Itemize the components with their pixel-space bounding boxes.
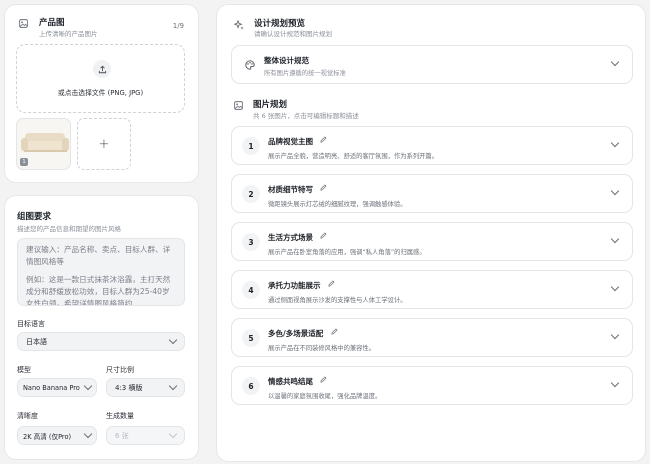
product-subtitle: 上传清晰的产品图片	[39, 30, 98, 38]
chevron-down-icon	[168, 381, 178, 391]
chevron-down-icon[interactable]	[610, 282, 620, 292]
plan-description[interactable]: 展示产品在卧室角落的应用，强调“私人角落”的归属感。	[268, 247, 426, 256]
chevron-down-icon[interactable]	[610, 186, 620, 196]
model-label: 模型	[17, 366, 31, 374]
chevron-down-icon[interactable]	[610, 234, 620, 244]
plan-number: 6	[242, 377, 260, 395]
plan-description[interactable]: 展示产品全貌，营造明亮、舒适的客厅氛围，作为系列开篇。	[268, 151, 438, 160]
plan-title[interactable]: 品牌视觉主图	[268, 136, 313, 147]
image-plan-title: 图片规划	[253, 100, 288, 110]
plan-item[interactable]: 4 承托力功能展示 通过侧面视角展示沙发的支撑性与人体工学设计。	[231, 270, 633, 309]
upload-dropzone[interactable]: 或点击选择文件 (PNG, JPG)	[16, 44, 185, 113]
image-icon	[234, 101, 243, 110]
pencil-icon[interactable]	[320, 136, 327, 143]
preview-subtitle: 请确认设计规范和图片规划	[254, 30, 332, 38]
pencil-icon[interactable]	[320, 376, 327, 383]
clarity-select[interactable]: 2K 高清 (仅Pro)	[17, 426, 97, 445]
upload-icon	[93, 60, 111, 78]
requirements-title: 组图要求	[17, 212, 52, 222]
pencil-icon[interactable]	[320, 232, 327, 239]
requirements-textarea[interactable]: 建议输入：产品名称、卖点、目标人群、详情图风格等 例如：这是一款日式抹茶沐浴露，…	[17, 238, 185, 306]
add-image-button[interactable]: +	[77, 118, 131, 170]
design-spec-accordion[interactable]: 整体设计规范 所有图片遵循的统一视觉标准	[231, 45, 633, 84]
chevron-down-icon	[168, 335, 178, 345]
plan-number: 4	[242, 281, 260, 299]
quantity-value: 6 张	[115, 431, 129, 440]
quantity-label: 生成数量	[106, 412, 134, 420]
chevron-down-icon	[83, 429, 93, 439]
thumbnail-index: 1	[20, 158, 28, 166]
plan-item[interactable]: 5 多色/多场景适配 展示产品在不同装修风格中的兼容性。	[231, 318, 633, 357]
plan-description[interactable]: 展示产品在不同装修风格中的兼容性。	[268, 343, 375, 352]
plan-title[interactable]: 材质细节特写	[268, 184, 313, 195]
plan-description[interactable]: 以温馨的家庭氛围收尾，强化品牌温度。	[268, 391, 381, 400]
plan-title[interactable]: 多色/多场景适配	[268, 328, 323, 339]
chevron-down-icon[interactable]	[610, 330, 620, 340]
textarea-hint: 建议输入：产品名称、卖点、目标人群、详情图风格等	[26, 245, 171, 266]
plan-item[interactable]: 2 材质细节特写 微距镜头展示灯芯绒的细腻纹理，强调触感体验。	[231, 174, 633, 213]
requirements-subtitle: 描述您的产品信息和期望的图片风格	[17, 225, 121, 233]
product-card: 产品图 上传清晰的产品图片 1/9 或点击选择文件 (PNG, JPG) 1 +	[4, 4, 199, 183]
plan-item[interactable]: 6 情感共鸣结尾 以温馨的家庭氛围收尾，强化品牌温度。	[231, 366, 633, 405]
language-label: 目标语言	[17, 320, 45, 328]
plan-title[interactable]: 情感共鸣结尾	[268, 376, 313, 387]
image-icon	[19, 19, 28, 28]
clarity-label: 清晰度	[17, 412, 38, 420]
upload-label: 或点击选择文件 (PNG, JPG)	[57, 89, 144, 97]
language-value: 日本語	[26, 337, 47, 346]
plan-title[interactable]: 生活方式场景	[268, 232, 313, 243]
ratio-label: 尺寸比例	[106, 366, 134, 374]
plan-number: 2	[242, 185, 260, 203]
image-plan-subtitle: 共 6 张图片，点击可编辑标题和描述	[253, 112, 359, 120]
spec-subtitle: 所有图片遵循的统一视觉标准	[264, 70, 346, 77]
sparkle-icon	[234, 20, 244, 30]
spec-title: 整体设计规范	[264, 56, 309, 65]
quantity-select[interactable]: 6 张	[106, 426, 185, 445]
clarity-value: 2K 高清 (仅Pro)	[23, 432, 72, 441]
chevron-down-icon	[83, 381, 93, 391]
model-select[interactable]: Nano Banana Pro	[17, 378, 97, 397]
product-thumbnail[interactable]: 1	[16, 118, 71, 170]
plan-description[interactable]: 微距镜头展示灯芯绒的细腻纹理，强调触感体验。	[268, 199, 407, 208]
plan-number: 1	[242, 137, 260, 155]
language-select[interactable]: 日本語	[17, 332, 185, 351]
palette-icon	[245, 60, 255, 70]
product-title: 产品图	[39, 18, 65, 28]
plan-item[interactable]: 3 生活方式场景 展示产品在卧室角落的应用，强调“私人角落”的归属感。	[231, 222, 633, 261]
plan-item[interactable]: 1 品牌视觉主图 展示产品全貌，营造明亮、舒适的客厅氛围，作为系列开篇。	[231, 126, 633, 165]
image-count: 1/9	[172, 22, 184, 30]
ratio-value: 4:3 横版	[115, 383, 143, 392]
pencil-icon[interactable]	[328, 280, 335, 287]
pencil-icon[interactable]	[331, 328, 338, 335]
chevron-down-icon[interactable]	[610, 138, 620, 148]
model-value: Nano Banana Pro	[23, 383, 80, 392]
plan-number: 3	[242, 233, 260, 251]
requirements-card: 组图要求 描述您的产品信息和期望的图片风格 建议输入：产品名称、卖点、目标人群、…	[4, 195, 199, 460]
plus-icon: +	[98, 136, 110, 152]
plan-description[interactable]: 通过侧面视角展示沙发的支撑性与人体工学设计。	[268, 295, 407, 304]
textarea-example: 例如：这是一款日式抹茶沐浴露，主打天然成分和舒缓放松功效，目标人群为25-40岁…	[26, 275, 171, 306]
ratio-select[interactable]: 4:3 横版	[106, 378, 185, 397]
chevron-down-icon	[610, 57, 620, 67]
plan-title[interactable]: 承托力功能展示	[268, 280, 321, 291]
pencil-icon[interactable]	[320, 184, 327, 191]
chevron-down-icon	[168, 429, 178, 439]
plan-number: 5	[242, 329, 260, 347]
chevron-down-icon[interactable]	[610, 378, 620, 388]
